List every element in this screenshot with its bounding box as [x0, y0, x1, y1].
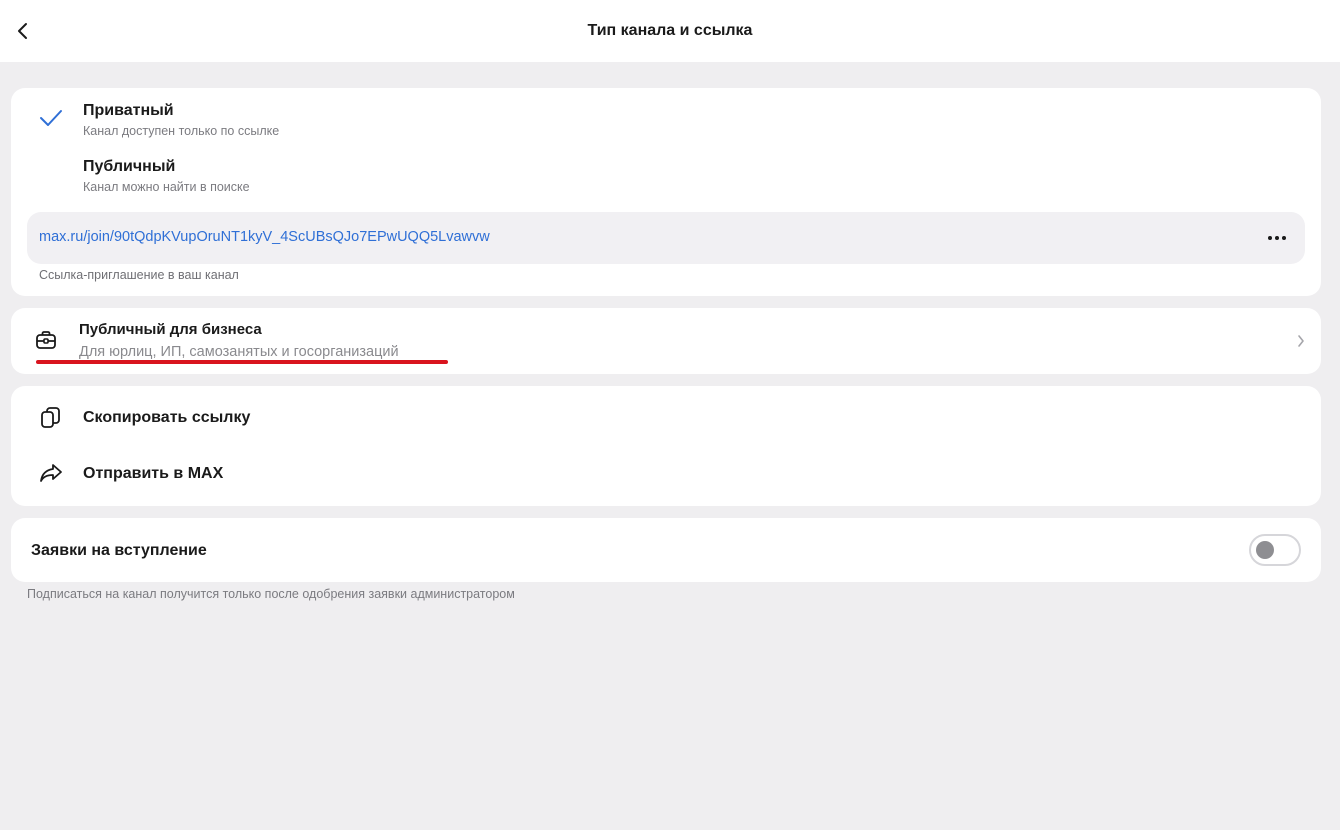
toggle-knob [1256, 541, 1274, 559]
public-business-item[interactable]: Публичный для бизнеса Для юрлиц, ИП, сам… [11, 308, 1321, 374]
red-underline-annotation [36, 360, 448, 364]
option-title: Публичный [83, 158, 176, 175]
top-bar: Тип канала и ссылка [0, 0, 1340, 62]
checkmark-icon [40, 110, 62, 126]
back-button[interactable] [10, 17, 36, 45]
chevron-left-icon [18, 23, 27, 39]
more-options-button[interactable] [1263, 225, 1291, 251]
business-card: Публичный для бизнеса Для юрлиц, ИП, сам… [11, 308, 1321, 374]
copy-icon [41, 407, 60, 428]
option-private[interactable]: Приватный Канал доступен только по ссылк… [11, 92, 1321, 144]
business-title: Публичный для бизнеса [79, 321, 262, 338]
briefcase-icon [36, 331, 56, 349]
copy-link-button[interactable]: Скопировать ссылку [11, 389, 1321, 445]
business-subtitle: Для юрлиц, ИП, самозанятых и госорганиза… [79, 344, 399, 360]
actions-card: Скопировать ссылку Отправить в MAX [11, 386, 1321, 506]
share-arrow-icon [40, 464, 62, 482]
privacy-card: Приватный Канал доступен только по ссылк… [11, 88, 1321, 296]
chevron-right-icon [1298, 335, 1304, 347]
send-to-max-button[interactable]: Отправить в MAX [11, 445, 1321, 501]
invite-link[interactable]: max.ru/join/90tQdpKVupOruNT1kyV_4ScUBsQJ… [39, 229, 490, 245]
join-requests-card: Заявки на вступление [11, 518, 1321, 582]
join-requests-label: Заявки на вступление [31, 542, 207, 559]
join-requests-toggle[interactable] [1249, 534, 1301, 566]
send-to-max-label: Отправить в MAX [83, 465, 224, 482]
join-requests-caption: Подписаться на канал получится только по… [27, 587, 515, 601]
option-subtitle: Канал доступен только по ссылке [83, 124, 280, 138]
invite-link-box: max.ru/join/90tQdpKVupOruNT1kyV_4ScUBsQJ… [27, 212, 1305, 264]
option-public[interactable]: Публичный Канал можно найти в поиске [11, 148, 1321, 200]
copy-link-label: Скопировать ссылку [83, 409, 251, 426]
page-title: Тип канала и ссылка [587, 22, 753, 39]
more-horizontal-icon [1268, 236, 1286, 240]
invite-link-caption: Ссылка-приглашение в ваш канал [39, 268, 239, 282]
option-subtitle: Канал можно найти в поиске [83, 180, 250, 194]
option-title: Приватный [83, 102, 174, 119]
